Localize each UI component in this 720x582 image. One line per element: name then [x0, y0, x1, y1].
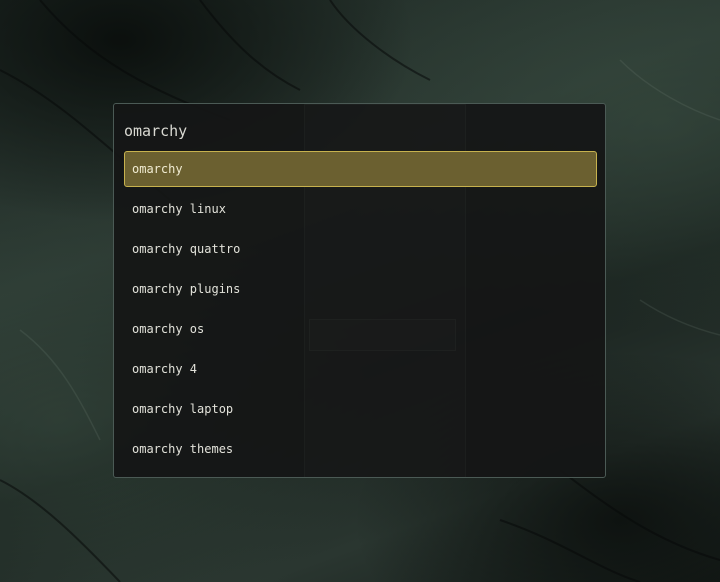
result-item-label: omarchy plugins	[132, 282, 241, 296]
result-item[interactable]: omarchy 4	[124, 351, 597, 387]
result-item-label: omarchy os	[132, 322, 205, 336]
result-item[interactable]: omarchy quattro	[124, 231, 597, 267]
result-item-label: omarchy themes	[132, 442, 234, 456]
result-item[interactable]: omarchy laptop	[124, 391, 597, 427]
result-item[interactable]: omarchy os	[124, 311, 597, 347]
result-item[interactable]: omarchy themes	[124, 431, 597, 467]
result-item-label: omarchy 4	[132, 362, 198, 376]
result-item[interactable]: omarchy plugins	[124, 271, 597, 307]
result-item-label: omarchy quattro	[132, 242, 241, 256]
results-list: omarchy omarchy linux omarchy quattro om…	[124, 151, 597, 471]
search-input[interactable]	[124, 120, 584, 142]
result-item-label: omarchy	[132, 162, 183, 176]
result-item[interactable]: omarchy linux	[124, 191, 597, 227]
result-item-label: omarchy linux	[132, 202, 226, 216]
launcher-window: omarchy omarchy linux omarchy quattro om…	[113, 103, 606, 478]
result-item-selected[interactable]: omarchy	[124, 151, 597, 187]
result-item-label: omarchy laptop	[132, 402, 234, 416]
